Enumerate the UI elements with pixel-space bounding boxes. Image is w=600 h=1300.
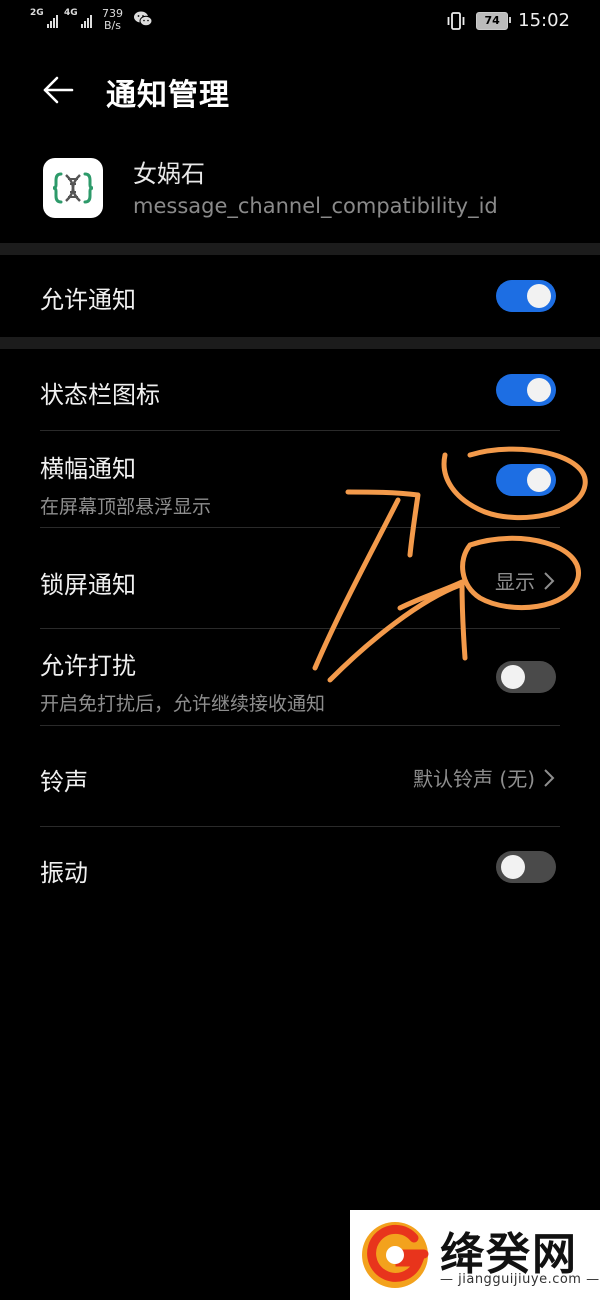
toggle-knob: [501, 855, 525, 879]
allow-notifications-row[interactable]: 允许通知: [40, 280, 560, 315]
vibration-row[interactable]: 振动: [40, 853, 560, 888]
section-divider: [0, 337, 600, 349]
toggle-knob: [527, 378, 551, 402]
network-speed-unit: B/s: [104, 19, 121, 32]
watermark-url: — jiangguijiuye.com —: [440, 1272, 600, 1287]
row-divider: [40, 826, 560, 827]
lockscreen-notification-label: 锁屏通知: [40, 571, 136, 599]
vibration-toggle[interactable]: [496, 851, 556, 883]
channel-id: message_channel_compatibility_id: [133, 194, 498, 218]
toggle-knob: [501, 665, 525, 689]
section-divider: [0, 243, 600, 255]
page-title: 通知管理: [106, 78, 230, 113]
row-divider: [40, 527, 560, 528]
sim1-label: 2G: [30, 8, 44, 18]
lockscreen-notification-value[interactable]: 显示: [495, 566, 555, 595]
signal-sim2-icon: 4G: [64, 8, 92, 30]
banner-notification-label: 横幅通知: [40, 455, 136, 483]
chevron-right-icon: [544, 768, 555, 787]
clock: 15:02: [518, 10, 570, 31]
watermark: 绛癸网 — jiangguijiuye.com —: [350, 1210, 600, 1300]
battery-level: 74: [484, 14, 500, 27]
wechat-icon: [134, 11, 153, 27]
allow-dnd-sub: 开启免打扰后，允许继续接收通知: [40, 693, 326, 715]
network-speed: 739 B/s: [102, 8, 123, 32]
statusbar-icon-toggle[interactable]: [496, 374, 556, 406]
row-divider: [40, 725, 560, 726]
app-name: 女娲石: [133, 160, 205, 188]
chevron-right-icon: [544, 571, 555, 590]
banner-notification-row[interactable]: 横幅通知 在屏幕顶部悬浮显示: [40, 449, 560, 519]
watermark-logo-icon: [362, 1222, 429, 1288]
ringtone-value[interactable]: 默认铃声 (无): [413, 763, 555, 792]
allow-dnd-row[interactable]: 允许打扰 开启免打扰后，允许继续接收通知: [40, 646, 560, 716]
toggle-knob: [527, 284, 551, 308]
allow-dnd-label: 允许打扰: [40, 652, 136, 680]
allow-notifications-label: 允许通知: [40, 286, 136, 314]
signal-sim1-icon: 2G: [30, 8, 58, 30]
row-divider: [40, 430, 560, 431]
ringtone-value-text: 默认铃声 (无): [413, 767, 535, 791]
vibration-label: 振动: [40, 859, 88, 887]
back-arrow-icon[interactable]: [40, 72, 76, 108]
dna-icon: [52, 172, 94, 204]
vibrate-icon: [447, 11, 465, 30]
app-info: 女娲石 message_channel_compatibility_id: [0, 150, 600, 230]
status-bar: 2G 4G 739 B/s 74 15:02: [0, 0, 600, 42]
sim2-label: 4G: [64, 8, 78, 18]
header: 通知管理: [0, 60, 600, 120]
allow-dnd-toggle[interactable]: [496, 661, 556, 693]
row-divider: [40, 628, 560, 629]
toggle-knob: [527, 468, 551, 492]
status-bar-right: 74 15:02: [446, 10, 570, 31]
lockscreen-value-text: 显示: [495, 570, 535, 594]
lockscreen-notification-row[interactable]: 锁屏通知: [40, 565, 560, 600]
banner-notification-toggle[interactable]: [496, 464, 556, 496]
banner-notification-sub: 在屏幕顶部悬浮显示: [40, 496, 212, 518]
statusbar-icon-label: 状态栏图标: [40, 381, 160, 409]
battery-icon: 74: [476, 11, 512, 30]
app-icon: [43, 158, 103, 218]
allow-notifications-toggle[interactable]: [496, 280, 556, 312]
statusbar-icon-row[interactable]: 状态栏图标: [40, 375, 560, 410]
status-bar-left: 2G 4G 739 B/s: [30, 8, 153, 32]
